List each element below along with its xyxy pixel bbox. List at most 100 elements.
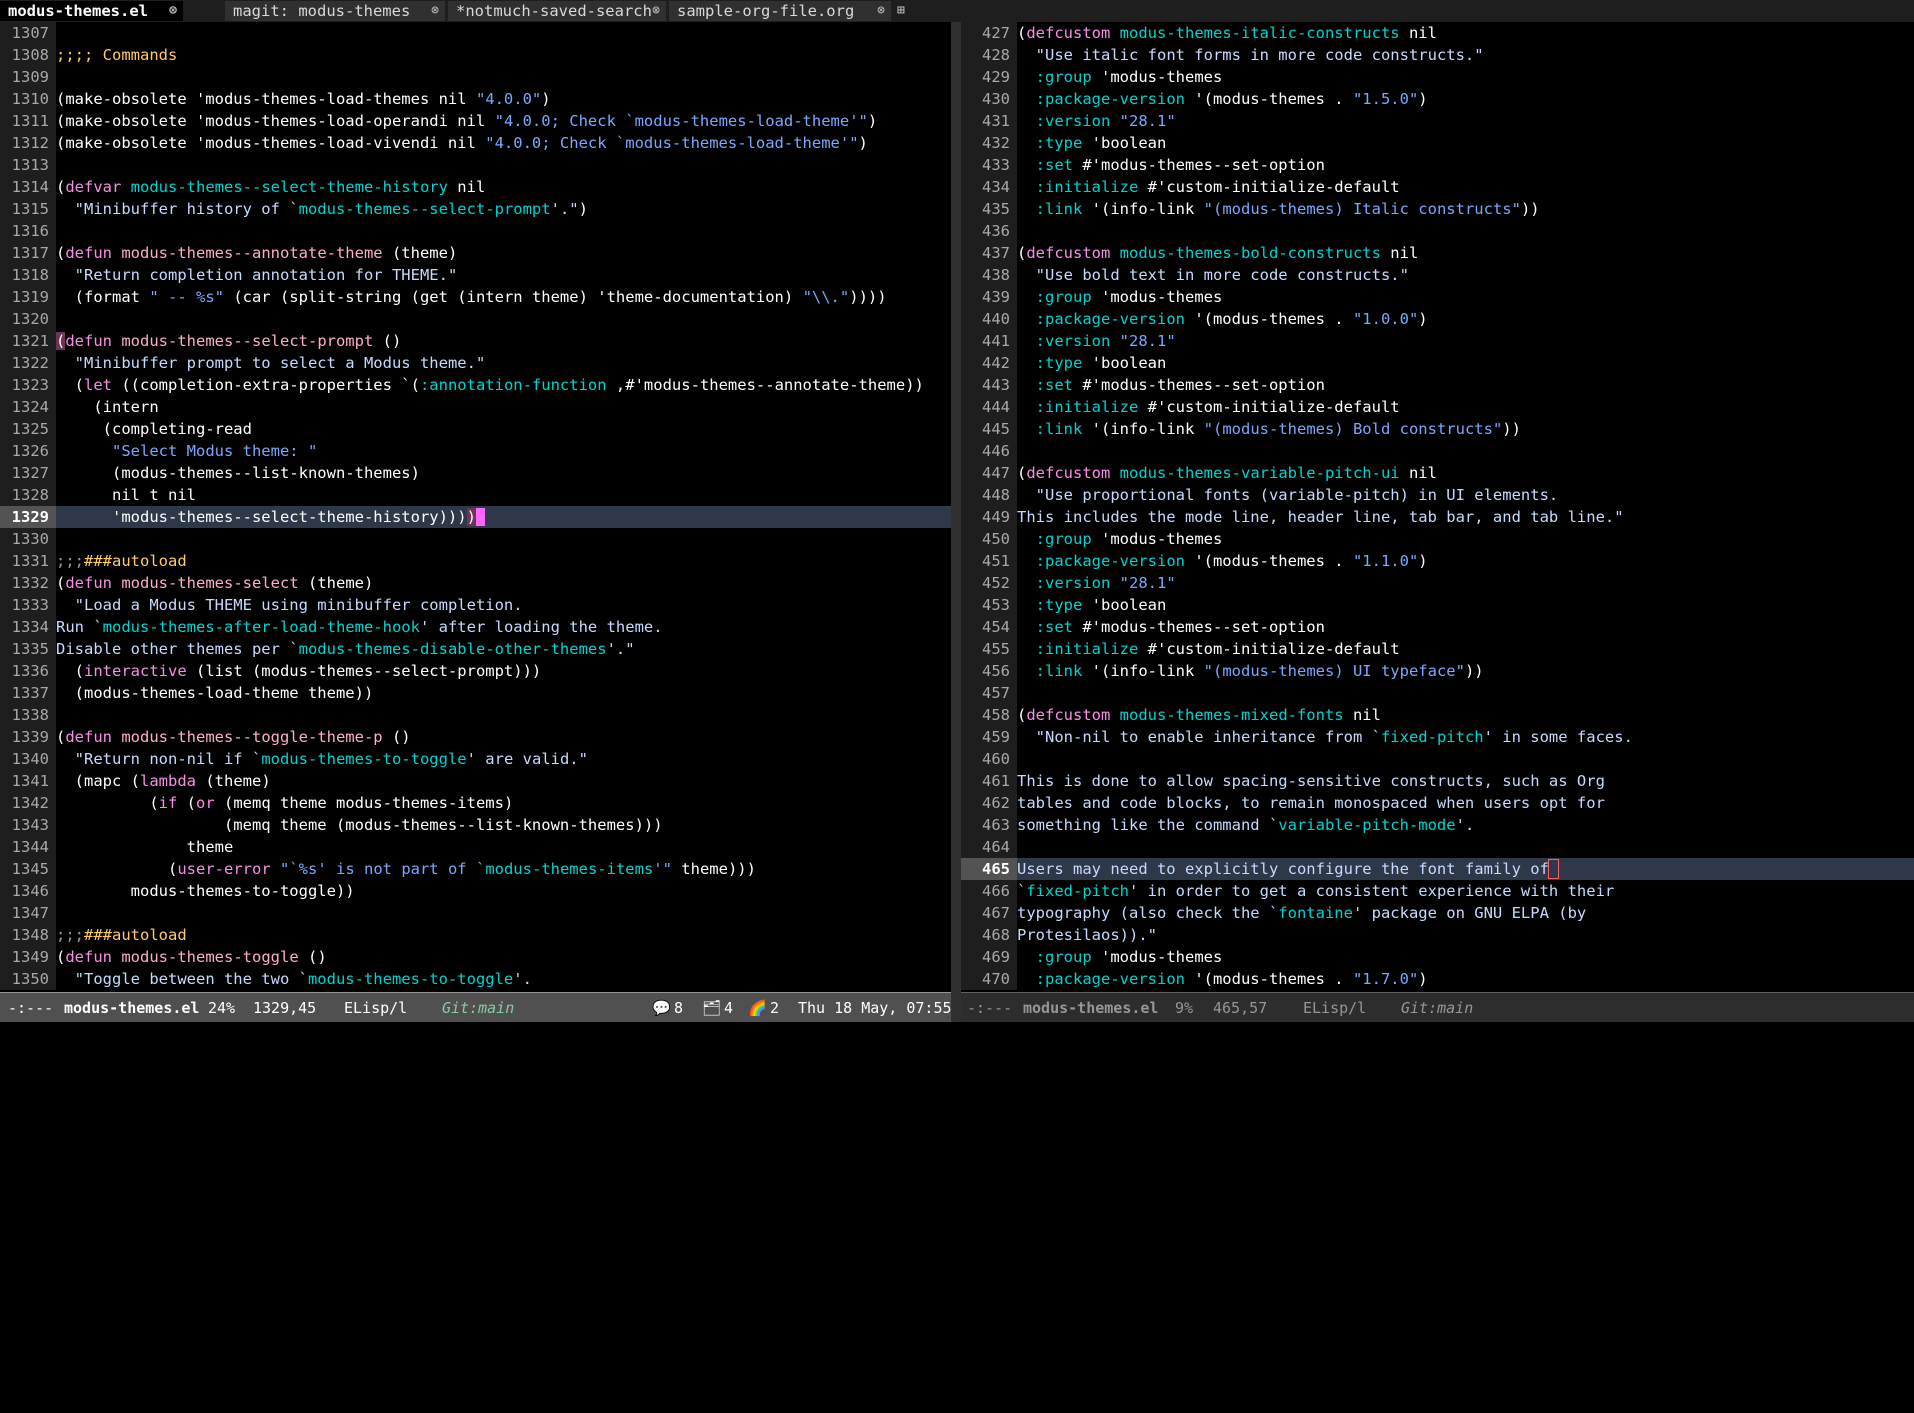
code-line[interactable]: 457 [961, 682, 1914, 704]
code-line[interactable]: 1341 (mapc (lambda (theme) [0, 770, 951, 792]
code-line[interactable]: 1322 "Minibuffer prompt to select a Modu… [0, 352, 951, 374]
code-line[interactable]: 1344 theme [0, 836, 951, 858]
tab-sample-org[interactable]: sample-org-file.org ⊗ [669, 1, 891, 21]
code-line[interactable]: 1345 (user-error "`%s' is not part of `m… [0, 858, 951, 880]
code-line[interactable]: 452 :version "28.1" [961, 572, 1914, 594]
code-line[interactable]: 1350 "Toggle between the two `modus-them… [0, 968, 951, 990]
code-line[interactable]: 433 :set #'modus-themes--set-option [961, 154, 1914, 176]
code-line[interactable]: 458 (defcustom modus-themes-mixed-fonts n… [961, 704, 1914, 726]
close-icon[interactable]: ⊗ [431, 1, 439, 21]
code-line[interactable]: 1340 "Return non-nil if `modus-themes-to… [0, 748, 951, 770]
code-line[interactable]: 453 :type 'boolean [961, 594, 1914, 616]
code-line[interactable]: 444 :initialize #'custom-initialize-defa… [961, 396, 1914, 418]
code-line[interactable]: 455 :initialize #'custom-initialize-defa… [961, 638, 1914, 660]
current-code-line[interactable]: 465 Users may need to explicitly configur… [961, 858, 1914, 880]
code-line[interactable]: 1337 (modus-themes-load-theme theme)) [0, 682, 951, 704]
code-line[interactable]: 1330 [0, 528, 951, 550]
code-line[interactable]: 434 :initialize #'custom-initialize-defa… [961, 176, 1914, 198]
window-divider[interactable] [951, 22, 961, 1022]
code-line[interactable]: 445 :link '(info-link "(modus-themes) Bo… [961, 418, 1914, 440]
code-line[interactable]: 1321 (defun modus-themes--select-prompt (… [0, 330, 951, 352]
code-line[interactable]: 442 :type 'boolean [961, 352, 1914, 374]
code-line[interactable]: 1327 (modus-themes--list-known-themes) [0, 462, 951, 484]
code-line[interactable]: 467 typography (also check the `fontaine'… [961, 902, 1914, 924]
code-line[interactable]: 466 `fixed-pitch' in order to get a consi… [961, 880, 1914, 902]
code-line[interactable]: 468 Protesilaos))." [961, 924, 1914, 946]
code-line[interactable]: 448 "Use proportional fonts (variable-pi… [961, 484, 1914, 506]
code-line[interactable]: 429 :group 'modus-themes [961, 66, 1914, 88]
code-line[interactable]: 1323 (let ((completion-extra-properties … [0, 374, 951, 396]
code-line[interactable]: 1312 (make-obsolete 'modus-themes-load-vi… [0, 132, 951, 154]
code-line[interactable]: 456 :link '(info-link "(modus-themes) UI… [961, 660, 1914, 682]
code-line[interactable]: 1348 ;;;###autoload [0, 924, 951, 946]
code-line[interactable]: 1308;;;; Commands [0, 44, 951, 66]
tab-magit[interactable]: magit: modus-themes ⊗ [225, 1, 445, 21]
code-line[interactable]: 443 :set #'modus-themes--set-option [961, 374, 1914, 396]
code-line[interactable]: 438 "Use bold text in more code construc… [961, 264, 1914, 286]
code-line[interactable]: 1317 (defun modus-themes--annotate-theme … [0, 242, 951, 264]
code-line[interactable]: 451 :package-version '(modus-themes . "1… [961, 550, 1914, 572]
major-mode[interactable]: ELisp/l [344, 993, 407, 1023]
code-line[interactable]: 440 :package-version '(modus-themes . "1… [961, 308, 1914, 330]
code-line[interactable]: 1325 (completing-read [0, 418, 951, 440]
code-line[interactable]: 435 :link '(info-link "(modus-themes) It… [961, 198, 1914, 220]
code-line[interactable]: 1320 [0, 308, 951, 330]
code-line[interactable]: 432 :type 'boolean [961, 132, 1914, 154]
code-line[interactable]: 1343 (memq theme (modus-themes--list-kno… [0, 814, 951, 836]
code-line[interactable]: 441 :version "28.1" [961, 330, 1914, 352]
code-line[interactable]: 1318 "Return completion annotation for T… [0, 264, 951, 286]
vc-branch[interactable]: Git:main [442, 993, 514, 1023]
major-mode[interactable]: ELisp/l [1303, 993, 1366, 1023]
code-line[interactable]: 447 (defcustom modus-themes-variable-pitc… [961, 462, 1914, 484]
code-line[interactable]: 449 This includes the mode line, header l… [961, 506, 1914, 528]
code-line[interactable]: 1331 ;;;###autoload [0, 550, 951, 572]
current-code-line[interactable]: 1329 'modus-themes--select-theme-history… [0, 506, 951, 528]
echo-area[interactable] [0, 1022, 1914, 1041]
code-line[interactable]: 430 :package-version '(modus-themes . "1… [961, 88, 1914, 110]
buffer-name[interactable]: modus-themes.el [1023, 993, 1158, 1023]
code-line[interactable]: 462 tables and code blocks, to remain mon… [961, 792, 1914, 814]
code-line[interactable]: 1328 nil t nil [0, 484, 951, 506]
code-line[interactable]: 431 :version "28.1" [961, 110, 1914, 132]
code-line[interactable]: 1313 [0, 154, 951, 176]
code-line[interactable]: 460 [961, 748, 1914, 770]
code-line[interactable]: 1324 (intern [0, 396, 951, 418]
mode-line-inactive[interactable]: -:--- modus-themes.el 9% 465,57 ELisp/l … [961, 992, 1914, 1022]
code-line[interactable]: 1332 (defun modus-themes-select (theme) [0, 572, 951, 594]
code-line[interactable]: 450 :group 'modus-themes [961, 528, 1914, 550]
code-line[interactable]: 470 :package-version '(modus-themes . "1… [961, 968, 1914, 990]
code-line[interactable]: 1314 (defvar modus-themes--select-theme-h… [0, 176, 951, 198]
code-line[interactable]: 1342 (if (or (memq theme modus-themes-it… [0, 792, 951, 814]
close-icon[interactable]: ⊗ [169, 1, 177, 21]
code-line[interactable]: 1316 [0, 220, 951, 242]
code-line[interactable]: 1307 [0, 22, 951, 44]
code-line[interactable]: 1310 (make-obsolete 'modus-themes-load-th… [0, 88, 951, 110]
vc-branch[interactable]: Git:main [1401, 993, 1473, 1023]
left-window[interactable]: 1307 1308;;;; Commands 1309 1310 (make-obsol… [0, 22, 951, 992]
code-line[interactable]: 1309 [0, 66, 951, 88]
code-line[interactable]: 1311 (make-obsolete 'modus-themes-load-op… [0, 110, 951, 132]
close-icon[interactable]: ⊗ [877, 1, 885, 21]
code-line[interactable]: 1326 "Select Modus theme: " [0, 440, 951, 462]
code-line[interactable]: 1319 (format " -- %s" (car (split-string… [0, 286, 951, 308]
code-line[interactable]: 1336 (interactive (list (modus-themes--s… [0, 660, 951, 682]
right-window[interactable]: 427 (defcustom modus-themes-italic-constr… [961, 22, 1914, 992]
code-line[interactable]: 427 (defcustom modus-themes-italic-constr… [961, 22, 1914, 44]
code-line[interactable]: 439 :group 'modus-themes [961, 286, 1914, 308]
code-line[interactable]: 1349 (defun modus-themes-toggle () [0, 946, 951, 968]
new-tab-icon[interactable]: ⊞ [897, 1, 905, 21]
tab-notmuch[interactable]: *notmuch-saved-search- ⊗ [448, 1, 666, 21]
code-line[interactable]: 461 This is done to allow spacing-sensiti… [961, 770, 1914, 792]
code-line[interactable]: 463 something like the command `variable-… [961, 814, 1914, 836]
code-line[interactable]: 1333 "Load a Modus THEME using minibuffe… [0, 594, 951, 616]
code-line[interactable]: 459 "Non-nil to enable inheritance from … [961, 726, 1914, 748]
code-line[interactable]: 1338 [0, 704, 951, 726]
code-line[interactable]: 1346 modus-themes-to-toggle)) [0, 880, 951, 902]
mode-line-active[interactable]: -:--- modus-themes.el 24% 1329,45 ELisp/… [0, 992, 952, 1023]
code-line[interactable]: 428 "Use italic font forms in more code … [961, 44, 1914, 66]
code-line[interactable]: 1315 "Minibuffer history of `modus-theme… [0, 198, 951, 220]
code-line[interactable]: 464 [961, 836, 1914, 858]
code-line[interactable]: 1335 Disable other themes per `modus-them… [0, 638, 951, 660]
tab-modus-themes-el[interactable]: modus-themes.el ⊗ [0, 1, 183, 21]
code-line[interactable]: 437 (defcustom modus-themes-bold-construc… [961, 242, 1914, 264]
